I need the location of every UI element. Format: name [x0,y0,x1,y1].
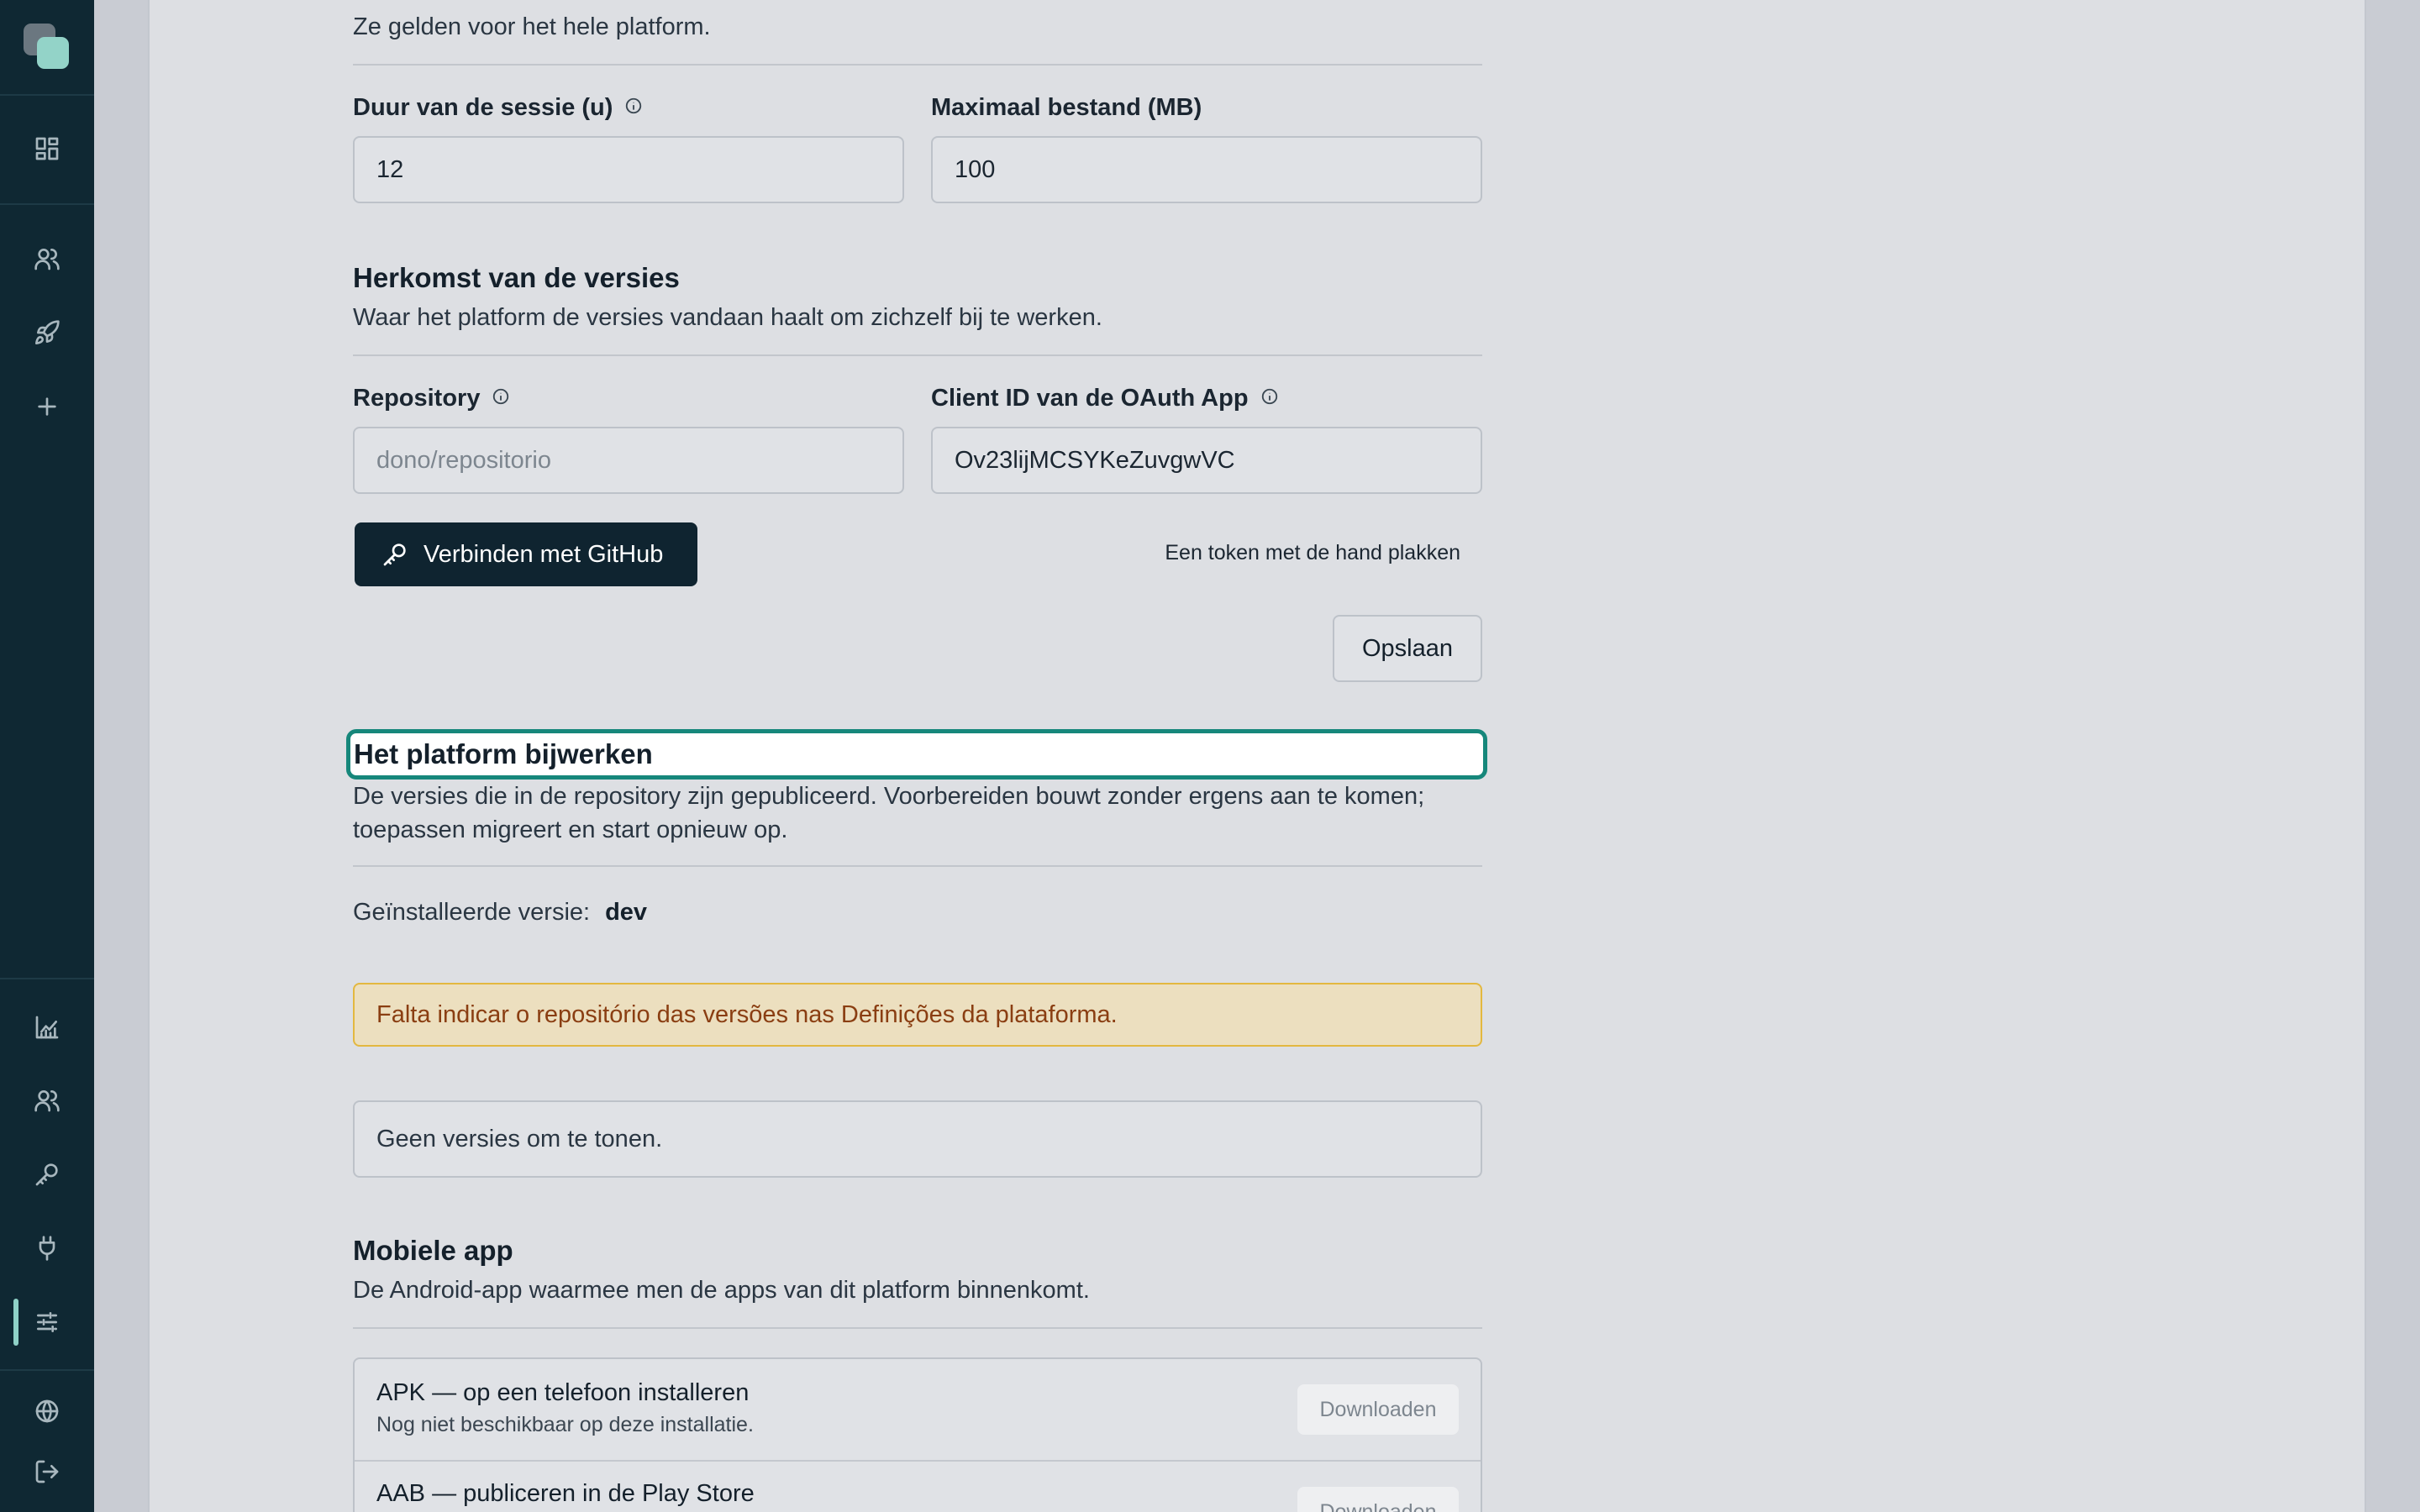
apk-download-button[interactable]: Downloaden [1297,1384,1459,1435]
max-file-label: Maximaal bestand (MB) [931,94,1202,122]
aab-download-button[interactable]: Downloaden [1297,1487,1459,1512]
repository-input[interactable]: dono/repositorio [353,427,904,494]
apk-subtitle: Nog niet beschikbaar op deze installatie… [376,1413,754,1436]
info-icon[interactable] [624,94,643,122]
plus-icon[interactable] [30,390,64,423]
settings-panel: Ze gelden voor het hele platform. Duur v… [148,0,2366,1512]
section-divider [353,865,1482,867]
repository-label: Repository [353,385,510,412]
key-icon [383,543,406,566]
max-file-input[interactable]: 100 [931,136,1482,203]
list-item: AAB — publiceren in de Play Store Downlo… [355,1462,1481,1512]
update-title: Het platform bijwerken [354,738,653,769]
plug-icon[interactable] [30,1231,64,1265]
active-indicator [13,1299,18,1346]
client-id-input[interactable]: Ov23lijMCSYKeZuvgwVC [931,427,1482,494]
connect-github-button[interactable]: Verbinden met GitHub [355,522,697,586]
update-description: De versies die in de repository zijn gep… [353,780,1482,847]
session-duration-label-text: Duur van de sessie (u) [353,94,613,121]
sidebar-divider [0,978,94,979]
installed-version: Geïnstalleerde versie: dev [353,895,647,929]
session-duration-label: Duur van de sessie (u) [353,94,643,122]
sidebar-divider [0,1369,94,1371]
installed-version-label: Geïnstalleerde versie: [353,899,591,926]
session-duration-input[interactable]: 12 [353,136,904,203]
max-file-label-text: Maximaal bestand (MB) [931,94,1202,121]
update-title-focus: Het platform bijwerken [346,729,1487,780]
sidebar [0,0,94,1512]
logout-icon[interactable] [30,1455,64,1488]
mobile-description: De Android-app waarmee men de apps van d… [353,1277,1090,1304]
globe-icon[interactable] [30,1394,64,1428]
origin-title: Herkomst van de versies [353,262,680,293]
app-logo[interactable] [24,24,71,71]
section-divider [353,64,1482,66]
dashboard-icon[interactable] [30,132,64,165]
repository-warning: Falta indicar o repositório das versões … [353,983,1482,1047]
sidebar-divider [0,94,94,96]
empty-versions: Geen versies om te tonen. [353,1100,1482,1178]
rocket-icon[interactable] [30,316,64,349]
mobile-title: Mobiele app [353,1235,513,1266]
users-icon[interactable] [30,242,64,276]
section-divider [353,354,1482,356]
section-divider [353,1327,1482,1329]
key-icon[interactable] [30,1158,64,1191]
client-id-label-text: Client ID van de OAuth App [931,385,1249,412]
aab-title: AAB — publiceren in de Play Store [376,1480,755,1507]
chart-icon[interactable] [30,1011,64,1044]
team-icon[interactable] [30,1084,64,1117]
general-description: Ze gelden voor het hele platform. [353,13,711,40]
sidebar-divider [0,203,94,205]
client-id-label: Client ID van de OAuth App [931,385,1279,412]
repository-label-text: Repository [353,385,481,412]
info-icon[interactable] [492,385,510,412]
manual-token-link[interactable]: Een token met de hand plakken [1165,541,1460,565]
installed-version-value: dev [605,899,648,926]
update-description-line2: toepassen migreert en start opnieuw op. [353,816,788,843]
connect-github-label: Verbinden met GitHub [424,540,664,568]
mobile-downloads-list: APK — op een telefoon installeren Nog ni… [353,1357,1482,1512]
origin-description: Waar het platform de versies vandaan haa… [353,304,1102,331]
apk-title: APK — op een telefoon installeren [376,1379,750,1406]
save-button[interactable]: Opslaan [1333,615,1482,682]
list-item: APK — op een telefoon installeren Nog ni… [355,1359,1481,1462]
info-icon[interactable] [1260,385,1279,412]
update-description-line1: De versies die in de repository zijn gep… [353,783,1425,810]
sliders-icon[interactable] [30,1305,64,1339]
